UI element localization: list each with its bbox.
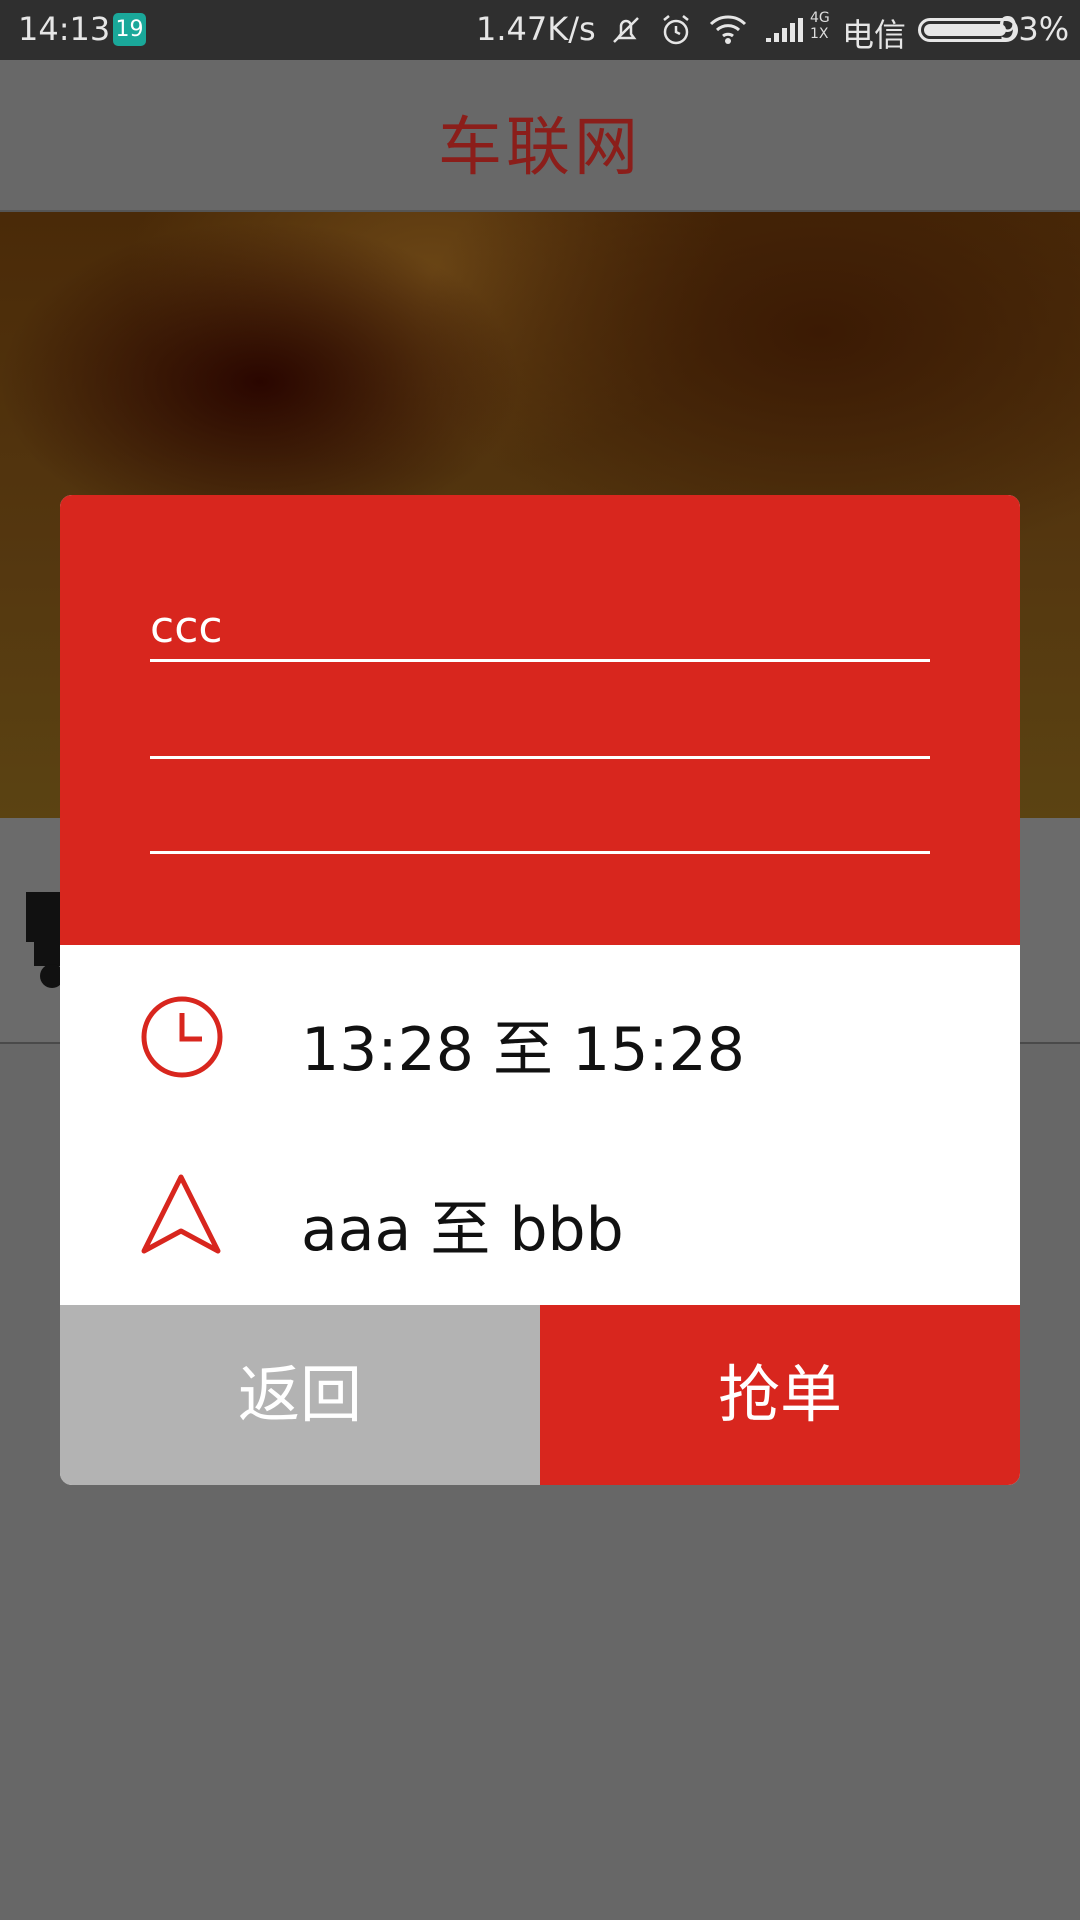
carrier-name: 电信	[842, 16, 907, 54]
input-field-1[interactable]: ccc	[150, 602, 930, 662]
truck-icon	[22, 892, 64, 996]
network-type-bottom: 1X	[810, 26, 829, 42]
time-range-text: 13:28 至 15:28	[301, 1015, 745, 1085]
grab-order-button[interactable]: 抢单	[540, 1305, 1020, 1485]
back-button[interactable]: 返回	[60, 1305, 540, 1485]
alarm-icon	[658, 12, 694, 56]
input-field-2[interactable]	[150, 702, 930, 759]
input-field-3[interactable]	[150, 797, 930, 854]
mute-icon	[608, 12, 644, 56]
app-bar: 车联网	[0, 60, 1080, 212]
navigation-arrow-icon	[138, 1171, 224, 1261]
time-range-row: 13:28 至 15:28	[60, 945, 1020, 1125]
status-time: 14:13	[18, 10, 111, 48]
battery-percent: 93%	[998, 10, 1070, 48]
network-type: 4G 1X	[810, 10, 830, 42]
route-text: aaa 至 bbb	[301, 1195, 624, 1265]
notification-badge: 19	[113, 13, 146, 46]
route-row: aaa 至 bbb	[60, 1125, 1020, 1305]
signal-icon	[764, 12, 804, 56]
dialog-header: ccc	[60, 495, 1020, 945]
wifi-icon	[708, 12, 748, 56]
input-field-1-value: ccc	[150, 602, 223, 653]
page-title: 车联网	[438, 111, 642, 185]
status-bar: 14:13 19 1.47K/s 4G 1X 电信 93%	[0, 0, 1080, 60]
order-dialog: ccc 13:28 至 15:28 aaa 至 bbb 返回 抢单	[60, 495, 1020, 1485]
network-type-top: 4G	[810, 10, 830, 26]
network-speed: 1.47K/s	[476, 10, 596, 48]
clock-icon	[138, 993, 226, 1085]
